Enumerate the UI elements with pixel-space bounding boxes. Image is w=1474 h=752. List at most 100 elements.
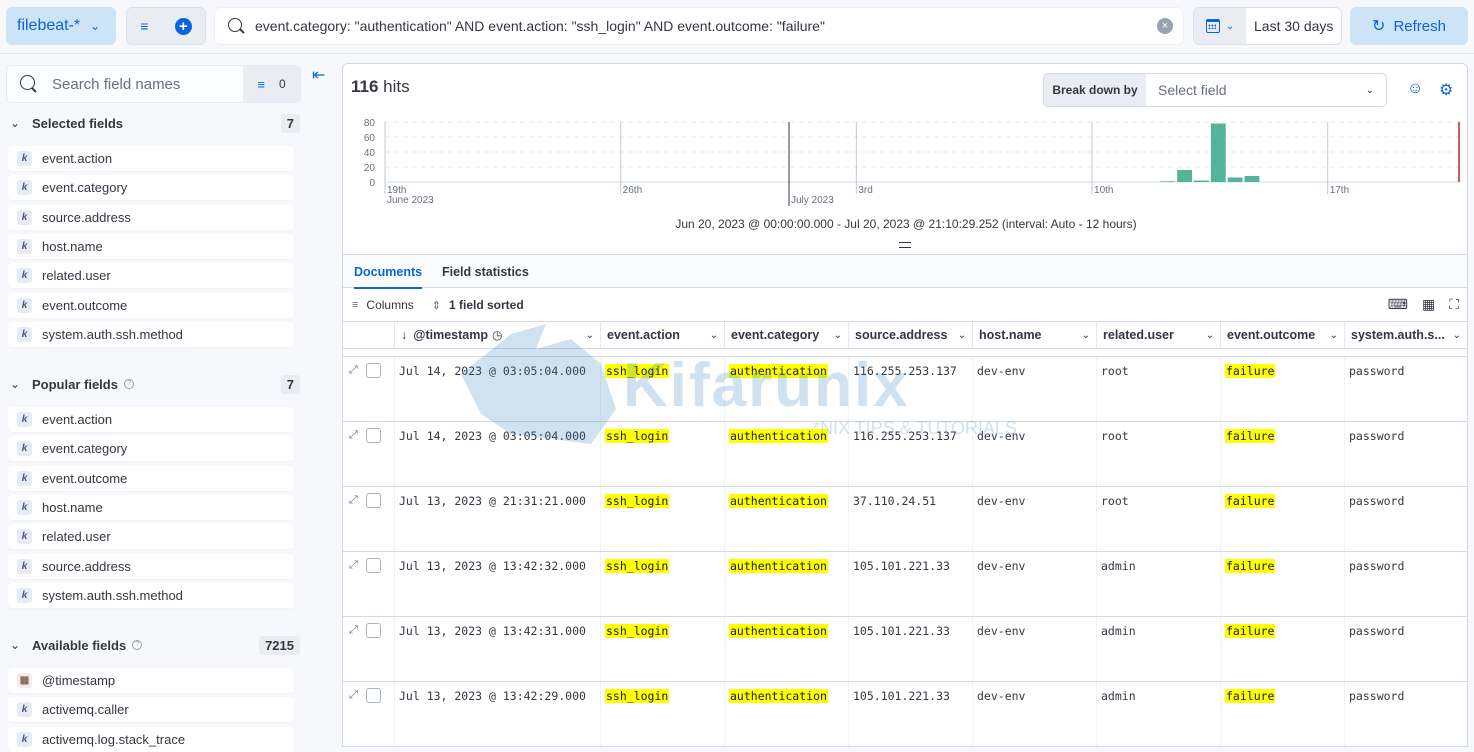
field-item[interactable]: k event.action	[8, 146, 294, 171]
cell-user[interactable]: admin	[1097, 552, 1221, 616]
cell-timestamp[interactable]: Jul 13, 2023 @ 13:42:29.000	[395, 682, 601, 746]
expand-icon[interactable]: ⤢	[349, 623, 358, 681]
sort-button[interactable]: ⇕ 1 field sorted	[432, 298, 524, 312]
query-input[interactable]: event.category: "authentication" AND eve…	[214, 7, 1184, 45]
query-text[interactable]: event.category: "authentication" AND eve…	[255, 18, 1157, 34]
field-item[interactable]: k host.name	[8, 233, 294, 259]
row-checkbox[interactable]	[365, 493, 381, 508]
cell-action[interactable]: ssh_login	[601, 487, 725, 551]
column-header-host-name[interactable]: host.name ⌄	[973, 322, 1097, 348]
field-item[interactable]: k source.address	[8, 553, 294, 579]
tab-field-statistics[interactable]: Field statistics	[442, 255, 529, 289]
column-header-event-outcome[interactable]: event.outcome ⌄	[1221, 322, 1345, 348]
column-header-source-address[interactable]: source.address ⌄	[849, 322, 973, 348]
cell-user[interactable]: root	[1097, 357, 1221, 421]
cell-host[interactable]: dev-env	[973, 682, 1097, 746]
cell-host[interactable]: dev-env	[973, 487, 1097, 551]
filter-menu-icon[interactable]: ≡	[140, 18, 148, 34]
field-item[interactable]: k event.outcome	[8, 292, 294, 318]
chevron-down-icon[interactable]: ⌄	[1206, 330, 1214, 341]
cell-outcome[interactable]: failure	[1221, 487, 1345, 551]
cell-user[interactable]: admin	[1097, 617, 1221, 681]
cell-outcome[interactable]: failure	[1221, 422, 1345, 486]
columns-button[interactable]: ≡ Columns	[352, 298, 414, 312]
chevron-down-icon[interactable]: ⌄	[958, 330, 966, 341]
refresh-button[interactable]: ↻ Refresh	[1350, 7, 1468, 45]
chevron-down-icon[interactable]: ⌄	[710, 330, 718, 341]
cell-timestamp[interactable]: Jul 14, 2023 @ 03:05:04.000	[395, 422, 601, 486]
row-checkbox[interactable]	[365, 363, 381, 378]
cell-outcome[interactable]: failure	[1221, 617, 1345, 681]
field-item[interactable]: k event.action	[8, 407, 294, 432]
field-item[interactable]: k event.category	[8, 175, 294, 201]
field-item[interactable]: k related.user	[8, 263, 294, 289]
cell-outcome[interactable]: failure	[1221, 682, 1345, 746]
time-range-label[interactable]: Last 30 days	[1246, 18, 1333, 34]
cell-category[interactable]: authentication	[725, 682, 849, 746]
expand-icon[interactable]: ⤢	[349, 558, 358, 616]
cell-action[interactable]: ssh_login	[601, 357, 725, 421]
row-checkbox[interactable]	[365, 428, 381, 443]
cell-method[interactable]: password	[1345, 422, 1467, 486]
chevron-down-icon[interactable]: ⌄	[1082, 330, 1090, 341]
chevron-down-icon[interactable]: ⌄	[586, 330, 594, 341]
cell-method[interactable]: password	[1345, 682, 1467, 746]
cell-source[interactable]: 116.255.253.137	[849, 357, 973, 421]
gear-icon[interactable]: ⚙	[1439, 80, 1453, 100]
column-header-event-action[interactable]: event.action ⌄	[601, 322, 725, 348]
cell-user[interactable]: admin	[1097, 682, 1221, 746]
cell-source[interactable]: 105.101.221.33	[849, 682, 973, 746]
cell-action[interactable]: ssh_login	[601, 552, 725, 616]
cell-category[interactable]: authentication	[725, 357, 849, 421]
resize-handle[interactable]	[899, 242, 911, 248]
cell-action[interactable]: ssh_login	[601, 682, 725, 746]
column-header-event-category[interactable]: event.category ⌄	[725, 322, 849, 348]
breakdown-field-select[interactable]: Select field ⌄	[1146, 74, 1386, 106]
ai-assistant-icon[interactable]: ☺	[1407, 80, 1423, 98]
expand-icon[interactable]: ⤢	[349, 363, 358, 421]
field-search-input[interactable]	[52, 75, 227, 93]
column-header-ssh-method[interactable]: system.auth.s... ⌄	[1345, 322, 1467, 348]
field-item[interactable]: k related.user	[8, 524, 294, 550]
help-icon[interactable]: ?	[132, 640, 143, 650]
cell-user[interactable]: root	[1097, 487, 1221, 551]
display-density-icon[interactable]: ▦	[1422, 296, 1435, 313]
clear-query-icon[interactable]: ×	[1157, 18, 1173, 34]
cell-method[interactable]: password	[1345, 552, 1467, 616]
collapse-sidebar-icon[interactable]: ⇤	[312, 65, 325, 85]
chevron-down-icon[interactable]: ⌄	[1453, 330, 1461, 341]
quick-select-button[interactable]: ⌄	[1194, 8, 1246, 44]
fullscreen-icon[interactable]: ⛶	[1449, 296, 1459, 313]
cell-timestamp[interactable]: Jul 14, 2023 @ 03:05:04.000	[395, 357, 601, 421]
add-filter-icon[interactable]: +	[174, 17, 192, 35]
field-item[interactable]: k source.address	[8, 204, 294, 230]
row-checkbox[interactable]	[365, 623, 381, 638]
cell-category[interactable]: authentication	[725, 422, 849, 486]
data-view-picker[interactable]: filebeat-* ⌄	[6, 7, 116, 45]
cell-method[interactable]: password	[1345, 487, 1467, 551]
cell-outcome[interactable]: failure	[1221, 552, 1345, 616]
cell-source[interactable]: 105.101.221.33	[849, 617, 973, 681]
cell-host[interactable]: dev-env	[973, 357, 1097, 421]
cell-category[interactable]: authentication	[725, 487, 849, 551]
cell-host[interactable]: dev-env	[973, 552, 1097, 616]
column-header-related-user[interactable]: related.user ⌄	[1097, 322, 1221, 348]
available-fields-header[interactable]: ⌄ Available fields ? 7215	[10, 633, 300, 657]
cell-category[interactable]: authentication	[725, 617, 849, 681]
selected-fields-header[interactable]: ⌄ Selected fields 7	[10, 111, 300, 135]
keyboard-shortcuts-icon[interactable]: ⌨	[1388, 296, 1408, 313]
cell-source[interactable]: 37.110.24.51	[849, 487, 973, 551]
chevron-down-icon[interactable]: ⌄	[834, 330, 842, 341]
help-icon[interactable]: ?	[123, 379, 134, 389]
row-checkbox[interactable]	[365, 688, 381, 703]
cell-source[interactable]: 105.101.221.33	[849, 552, 973, 616]
cell-user[interactable]: root	[1097, 422, 1221, 486]
chevron-down-icon[interactable]: ⌄	[1330, 330, 1338, 341]
cell-host[interactable]: dev-env	[973, 617, 1097, 681]
popular-fields-header[interactable]: ⌄ Popular fields ? 7	[10, 372, 300, 396]
field-item[interactable]: k activemq.caller	[8, 697, 294, 723]
cell-timestamp[interactable]: Jul 13, 2023 @ 13:42:31.000	[395, 617, 601, 681]
field-item[interactable]: k system.auth.ssh.method	[8, 582, 294, 608]
cell-action[interactable]: ssh_login	[601, 617, 725, 681]
field-type-filter-button[interactable]: ≡ 0	[243, 66, 300, 102]
